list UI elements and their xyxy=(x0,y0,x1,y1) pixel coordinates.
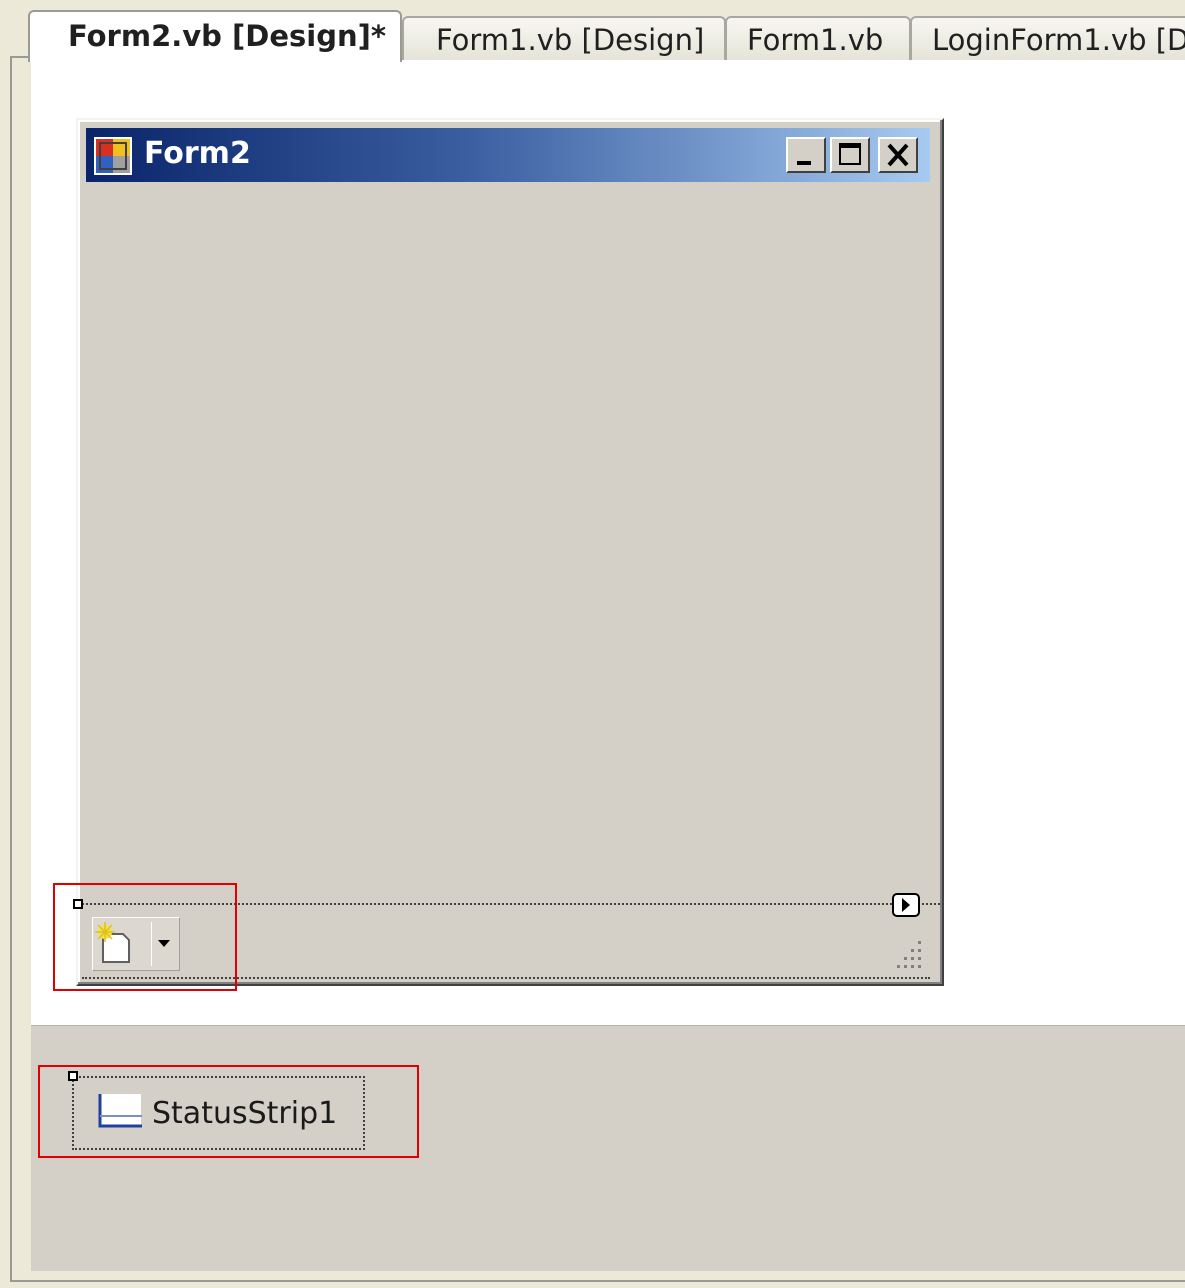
minimize-icon xyxy=(797,161,811,165)
form2-window[interactable]: Form2 xyxy=(76,118,944,986)
form-title-bar[interactable]: Form2 xyxy=(86,128,930,182)
tab-form1-design[interactable]: Form1.vb [Design] xyxy=(402,16,726,60)
tab-label: Form1.vb [Design] xyxy=(436,23,705,57)
tab-label: LoginForm1.vb [D xyxy=(932,23,1185,57)
tab-form1-code[interactable]: Form1.vb xyxy=(725,16,911,60)
document-tab-strip: LoginForm1.vb [D Form1.vb Form1.vb [Desi… xyxy=(0,0,1185,62)
tab-label: Form1.vb xyxy=(747,23,884,57)
form-title: Form2 xyxy=(144,136,251,171)
minimize-button[interactable] xyxy=(786,137,826,173)
resize-grip-icon[interactable] xyxy=(892,937,926,971)
tab-label: Form2.vb [Design]* xyxy=(68,19,387,53)
smart-tag-arrow-icon[interactable] xyxy=(892,893,920,917)
form-app-icon xyxy=(94,137,132,175)
close-icon xyxy=(887,143,909,167)
tab-form2-design[interactable]: Form2.vb [Design]* xyxy=(28,10,402,62)
highlight-box-tray xyxy=(38,1065,419,1158)
highlight-box-statusstrip xyxy=(53,883,237,991)
maximize-button[interactable] xyxy=(830,137,870,173)
tab-loginform1-design[interactable]: LoginForm1.vb [D xyxy=(910,16,1185,60)
close-button[interactable] xyxy=(878,137,918,173)
maximize-icon xyxy=(839,143,861,165)
